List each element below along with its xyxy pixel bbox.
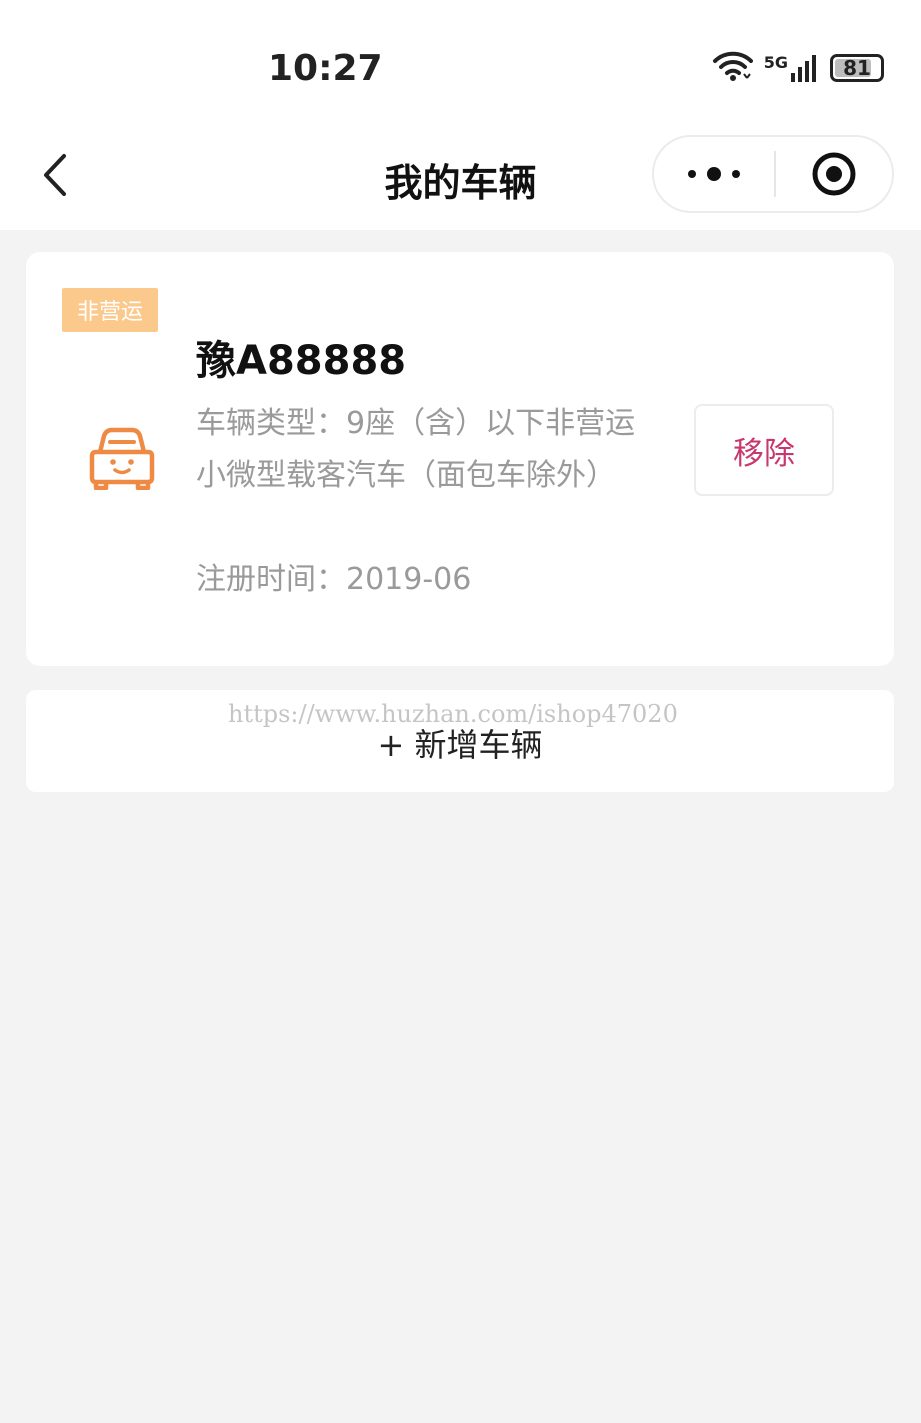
battery-level: 81 (843, 56, 871, 80)
nav-bar: 我的车辆 (0, 130, 921, 230)
more-button[interactable] (654, 137, 774, 211)
status-icons: 5G 81 (712, 50, 884, 86)
plate-number: 豫A88888 (196, 338, 407, 384)
vehicle-type: 车辆类型：9座（含）以下非营运小微型载客汽车（面包车除外） (196, 406, 636, 493)
close-button[interactable] (776, 137, 892, 211)
wifi-icon (712, 50, 754, 86)
status-bar: 10:27 5G 81 (0, 0, 921, 130)
registration-date: 注册时间：2019-06 (196, 562, 472, 597)
operation-badge: 非营运 (62, 288, 158, 332)
car-icon (86, 426, 158, 491)
status-time: 10:27 (268, 48, 383, 89)
battery-icon: 81 (830, 54, 884, 82)
add-vehicle-button[interactable]: + 新增车辆 (26, 690, 894, 792)
mini-program-capsule (652, 135, 894, 213)
remove-button[interactable]: 移除 (694, 404, 834, 496)
add-vehicle-label: + 新增车辆 (377, 726, 543, 764)
network-type: 5G (763, 53, 788, 72)
target-close-icon (812, 152, 856, 196)
vehicle-card[interactable]: 非营运 豫A88888 车辆类型：9座（含）以下非营运小微型载客汽车（面包车除外… (26, 252, 894, 666)
more-dots-icon (688, 167, 740, 181)
signal-icon: 5G (764, 53, 820, 83)
